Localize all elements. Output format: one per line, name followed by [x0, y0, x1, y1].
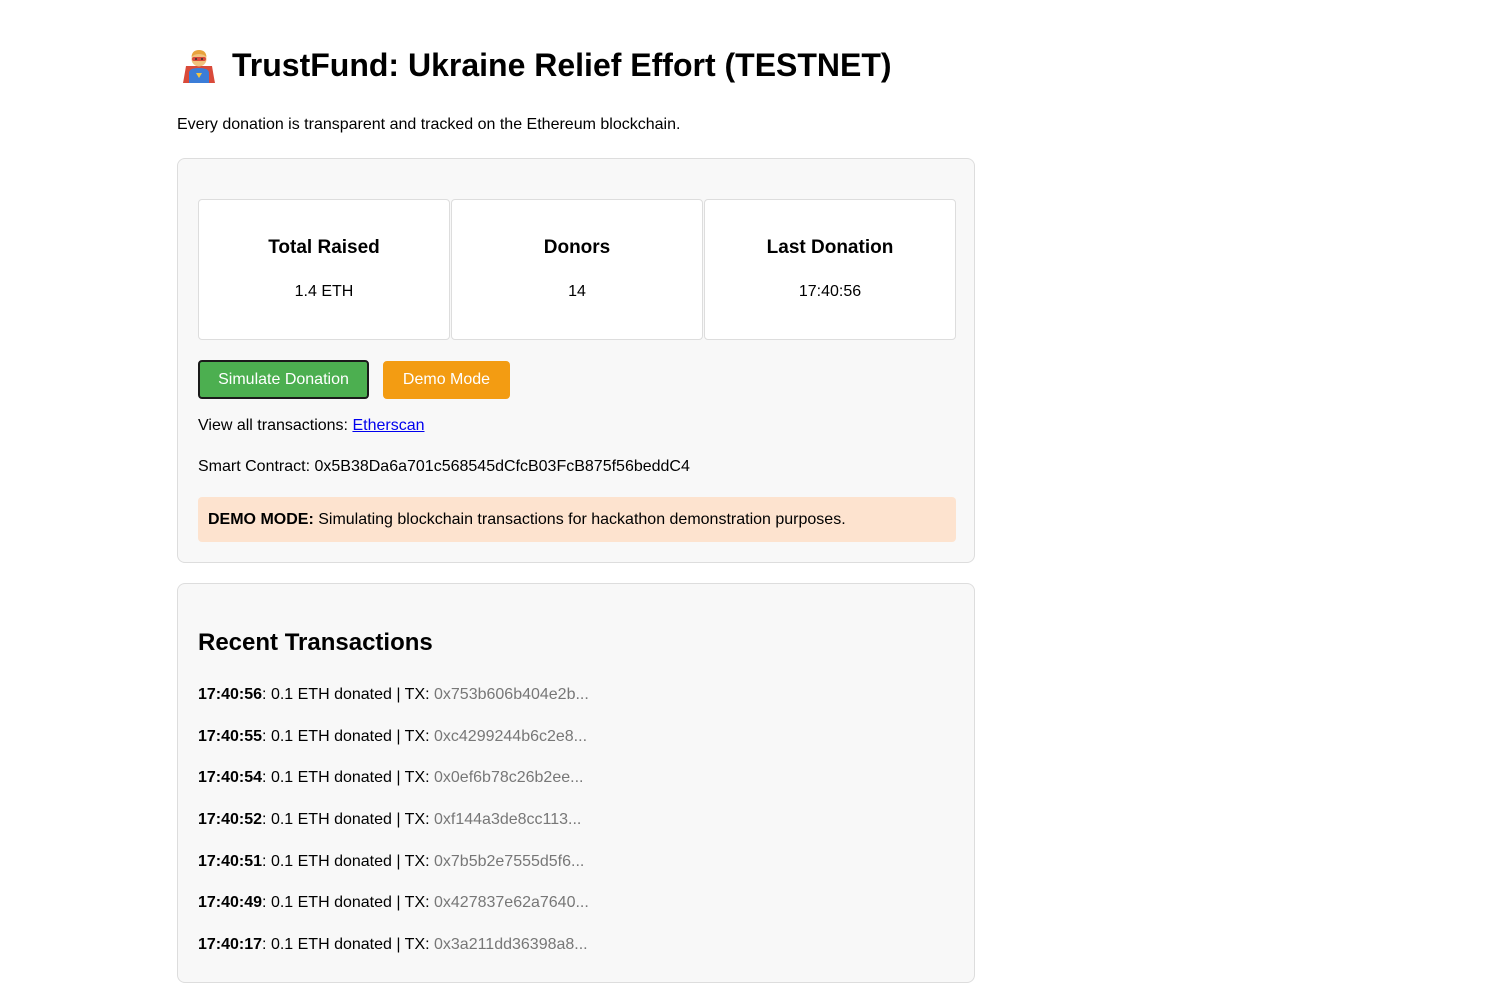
total-raised-value: 1.4 ETH: [294, 283, 354, 300]
last-donation-value: 17:40:56: [798, 283, 862, 300]
transaction-item: 17:40:56: 0.1 ETH donated | TX: 0x753b60…: [198, 685, 589, 727]
smart-contract-address: 0x5B38Da6a701c568545dCfcB03FcB875f56bedd…: [314, 458, 690, 475]
page-title: TrustFund: Ukraine Relief Effort (TESTNE…: [232, 47, 892, 83]
transaction-text: : 0.1 ETH donated | TX:: [262, 852, 434, 870]
transaction-text: : 0.1 ETH donated | TX:: [262, 894, 434, 912]
smart-contract-line: Smart Contract: 0x5B38Da6a701c568545dCfc…: [198, 457, 690, 477]
transaction-time: 17:40:52: [198, 811, 263, 829]
transaction-item: 17:40:49: 0.1 ETH donated | TX: 0x427837…: [198, 893, 589, 935]
transaction-list: 17:40:56: 0.1 ETH donated | TX: 0x753b60…: [198, 685, 589, 977]
transaction-time: 17:40:56: [198, 686, 263, 703]
transaction-item: 17:40:55: 0.1 ETH donated | TX: 0xc42992…: [198, 727, 589, 769]
recent-transactions-panel: Recent Transactions 17:40:56: 0.1 ETH do…: [177, 583, 975, 983]
page-subtitle: Every donation is transparent and tracke…: [177, 116, 681, 133]
transaction-hash: 0xc4299244b6c2e8...: [434, 727, 588, 745]
transaction-text: : 0.1 ETH donated | TX:: [262, 936, 434, 954]
transaction-time: 17:40:17: [198, 936, 263, 954]
transaction-hash: 0x427837e62a7640...: [434, 894, 589, 912]
total-raised-label: Total Raised: [268, 237, 380, 258]
last-donation-label: Last Donation: [766, 237, 894, 258]
demo-mode-notice: DEMO MODE: Simulating blockchain transac…: [198, 497, 956, 542]
superhero-icon: [180, 46, 218, 84]
transaction-item: 17:40:51: 0.1 ETH donated | TX: 0x7b5b2e…: [198, 852, 589, 894]
transaction-time: 17:40:51: [198, 852, 263, 870]
last-donation-card: Last Donation 17:40:56: [704, 199, 956, 340]
donors-value: 14: [568, 283, 586, 300]
fund-summary-panel: Total Raised 1.4 ETH Donors 14 Last Dona…: [177, 158, 975, 563]
recent-transactions-heading: Recent Transactions: [198, 629, 433, 656]
transaction-text: : 0.1 ETH donated | TX:: [262, 727, 434, 745]
demo-mode-button[interactable]: Demo Mode: [383, 361, 510, 399]
donors-card: Donors 14: [451, 199, 703, 340]
etherscan-link[interactable]: Etherscan: [352, 417, 424, 434]
transaction-item: 17:40:52: 0.1 ETH donated | TX: 0xf144a3…: [198, 810, 589, 852]
stats-row: Total Raised 1.4 ETH Donors 14 Last Dona…: [198, 199, 957, 340]
transaction-time: 17:40:54: [198, 769, 263, 787]
transaction-text: : 0.1 ETH donated | TX:: [262, 811, 434, 829]
demo-mode-notice-text: Simulating blockchain transactions for h…: [313, 511, 846, 528]
transaction-text: : 0.1 ETH donated | TX:: [262, 769, 434, 787]
view-transactions-line: View all transactions: Etherscan: [198, 416, 425, 436]
transaction-hash: 0x3a211dd36398a8...: [434, 936, 588, 954]
transaction-hash: 0x7b5b2e7555d5f6...: [434, 852, 585, 870]
transaction-hash: 0x753b606b404e2b...: [434, 686, 589, 703]
donors-label: Donors: [543, 237, 611, 258]
view-transactions-label: View all transactions:: [198, 417, 353, 434]
transaction-time: 17:40:55: [198, 727, 263, 745]
transaction-hash: 0xf144a3de8cc113...: [434, 811, 582, 829]
transaction-text: : 0.1 ETH donated | TX:: [262, 686, 434, 703]
simulate-donation-button[interactable]: Simulate Donation: [198, 360, 369, 399]
transaction-item: 17:40:17: 0.1 ETH donated | TX: 0x3a211d…: [198, 935, 589, 977]
transaction-hash: 0x0ef6b78c26b2ee...: [434, 769, 584, 787]
demo-mode-notice-strong: DEMO MODE:: [208, 511, 314, 528]
action-buttons: Simulate Donation Demo Mode: [198, 360, 510, 399]
transaction-item: 17:40:54: 0.1 ETH donated | TX: 0x0ef6b7…: [198, 768, 589, 810]
smart-contract-label: Smart Contract:: [198, 458, 315, 475]
total-raised-card: Total Raised 1.4 ETH: [198, 199, 450, 340]
title-row: TrustFund: Ukraine Relief Effort (TESTNE…: [177, 43, 892, 87]
transaction-time: 17:40:49: [198, 894, 263, 912]
